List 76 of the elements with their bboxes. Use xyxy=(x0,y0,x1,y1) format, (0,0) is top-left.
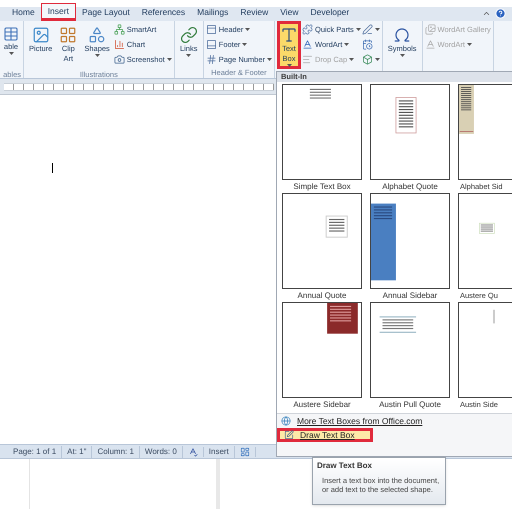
template-label: Simple Text Box xyxy=(292,181,352,193)
globe-icon xyxy=(281,416,291,426)
footer-icon xyxy=(206,39,217,50)
template-label: Alphabet Quote xyxy=(381,181,439,193)
ribbon-tab[interactable]: Insert xyxy=(40,3,76,21)
drop-cap-icon xyxy=(302,54,314,65)
help-icon[interactable] xyxy=(495,8,506,19)
status-text[interactable]: Words: 0 xyxy=(140,446,183,458)
tooltip-title: Draw Text Box xyxy=(317,460,373,472)
caret-icon xyxy=(349,58,354,61)
wordart-icon xyxy=(424,39,436,50)
ribbon-tab[interactable]: Developer xyxy=(304,3,356,21)
spellcheck-icon xyxy=(188,446,198,456)
ribbon-tab[interactable]: Mailings xyxy=(191,3,234,21)
puzzle-icon xyxy=(302,24,314,35)
collapse-ribbon-icon[interactable] xyxy=(482,9,491,18)
caret-icon xyxy=(374,28,380,31)
caret-icon xyxy=(8,52,14,55)
page-number-icon xyxy=(206,54,217,65)
status-text[interactable]: Column: 1 xyxy=(92,446,140,458)
caret-icon xyxy=(242,43,248,46)
table-icon xyxy=(3,26,19,42)
status-text[interactable]: Insert xyxy=(204,446,235,458)
template-thumbnail[interactable] xyxy=(370,193,450,289)
caret-icon xyxy=(344,43,350,46)
draw-icon xyxy=(284,430,294,440)
macro-icon xyxy=(240,446,250,456)
pen-icon xyxy=(362,24,373,35)
template-thumbnail[interactable] xyxy=(282,302,362,398)
menu-item[interactable]: Draw Text Box xyxy=(277,428,373,442)
caret-icon xyxy=(245,28,250,31)
ribbon-button[interactable] xyxy=(362,53,380,66)
caret-icon xyxy=(166,58,172,61)
ribbon-tab[interactable]: Home xyxy=(6,3,41,21)
ribbon-tab[interactable]: View xyxy=(274,3,304,21)
omega-icon xyxy=(393,26,412,44)
gallery-icon xyxy=(424,24,436,35)
wordart-icon xyxy=(302,39,314,50)
template-thumbnail[interactable] xyxy=(458,84,512,180)
caret-icon xyxy=(186,54,192,57)
shapes-icon xyxy=(88,26,106,44)
text-box-icon xyxy=(280,26,298,44)
template-thumbnail[interactable] xyxy=(458,193,512,289)
chart-icon xyxy=(114,39,125,50)
text-cursor xyxy=(52,163,53,173)
caret-icon xyxy=(286,64,292,67)
menu-item[interactable]: More Text Boxes from Office.com xyxy=(277,414,512,428)
ribbon-button[interactable] xyxy=(362,23,380,36)
caret-icon xyxy=(466,43,472,46)
template-thumbnail[interactable] xyxy=(370,302,450,398)
ribbon-tab[interactable]: Review xyxy=(234,3,274,21)
caret-icon xyxy=(400,54,405,57)
template-label: Austere Sidebar xyxy=(292,399,352,411)
camera-icon xyxy=(114,54,125,65)
ribbon-tab[interactable]: Page Layout xyxy=(76,3,136,21)
template-label: Annual Sidebar xyxy=(382,290,438,302)
caret-icon xyxy=(356,28,361,31)
template-thumbnail[interactable] xyxy=(282,193,362,289)
template-label: Annual Quote xyxy=(296,290,348,302)
object-icon xyxy=(362,54,373,65)
status-text[interactable]: Page: 1 of 1 xyxy=(8,446,62,458)
clip-art-icon xyxy=(59,26,78,44)
caret-icon xyxy=(94,54,100,57)
ribbon-tab[interactable]: References xyxy=(136,3,192,21)
calendar-icon xyxy=(362,39,373,50)
header-icon xyxy=(206,24,217,35)
caret-icon xyxy=(267,58,272,61)
status-text[interactable]: At: 1" xyxy=(62,446,92,458)
template-thumbnail[interactable] xyxy=(458,302,512,398)
caret-icon xyxy=(374,58,380,61)
link-icon xyxy=(180,26,198,44)
picture-icon xyxy=(32,26,50,44)
template-label: Austin Pull Quote xyxy=(378,399,442,411)
template-thumbnail[interactable] xyxy=(282,84,362,180)
template-thumbnail[interactable] xyxy=(370,84,450,180)
smartart-icon xyxy=(114,24,125,35)
